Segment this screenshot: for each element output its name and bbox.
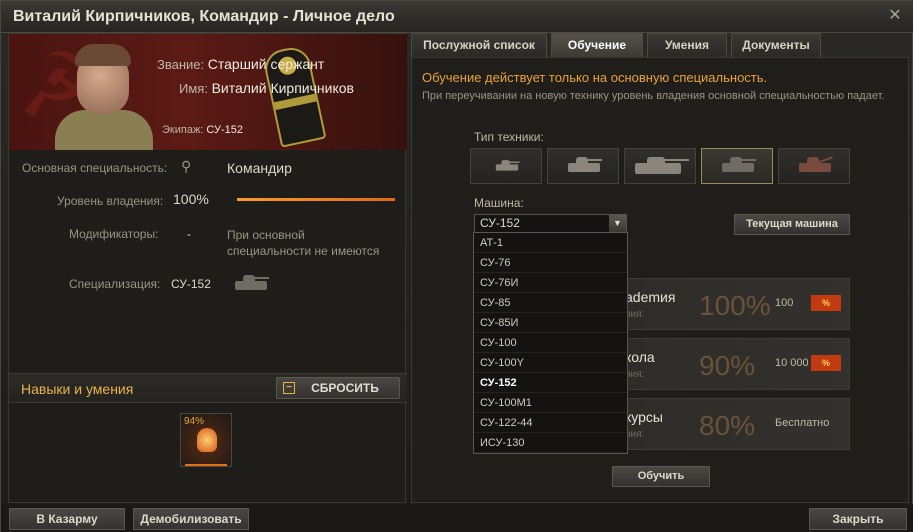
course-name: кола xyxy=(625,349,655,365)
course-percent: 90% xyxy=(699,350,756,381)
reset-skills-button[interactable]: − СБРОСИТЬ xyxy=(276,377,400,399)
rank-row: Звание: Старший сержант xyxy=(157,56,324,72)
type-heavy-tank-button[interactable] xyxy=(624,148,696,184)
light-bulb-icon xyxy=(197,428,217,452)
rank-value: Старший сержант xyxy=(207,56,325,72)
modifiers-dash: - xyxy=(187,227,191,241)
name-value: Виталий Кирпичников xyxy=(211,80,354,96)
training-notice: Обучение действует только на основную сп… xyxy=(422,70,768,85)
crew-value: СУ-152 xyxy=(206,124,244,136)
skill-slot[interactable]: 94% xyxy=(180,413,232,467)
name-label: Имя: xyxy=(179,81,208,96)
specialty-label: Основная специальность: xyxy=(22,161,168,175)
dropdown-item[interactable]: ИСУ-130 xyxy=(474,433,627,453)
type-tank-destroyer-button[interactable] xyxy=(701,148,773,184)
course-percent: 80% xyxy=(699,410,756,441)
dropdown-item[interactable]: СУ-76И xyxy=(474,273,627,293)
crew-hero: ☭ Звание: Старший сержант Имя: Виталий К… xyxy=(9,34,407,150)
mastery-progress xyxy=(237,198,395,201)
tab-training[interactable]: Обучение xyxy=(551,33,643,57)
type-medium-tank-button[interactable] xyxy=(547,148,619,184)
skill-progress-value: 94% xyxy=(184,416,205,427)
left-panel: ☭ Звание: Старший сержант Имя: Виталий К… xyxy=(8,33,407,503)
crew-row: Экипаж: СУ-152 xyxy=(162,124,243,136)
chevron-down-icon: ▼ xyxy=(609,215,626,232)
vehicle-type-label: Тип техники: xyxy=(474,130,544,144)
dropdown-item[interactable]: СУ-152 xyxy=(474,373,627,393)
skills-header: Навыки и умения − СБРОСИТЬ xyxy=(9,373,407,403)
minus-icon: − xyxy=(283,382,295,394)
window-title: Виталий Кирпичников, Командир - Личное д… xyxy=(13,8,395,25)
skills-title: Навыки и умения xyxy=(21,381,134,397)
crew-label: Экипаж: xyxy=(162,124,204,136)
mastery-value: 100% xyxy=(173,191,209,207)
course-name: ademия xyxy=(625,289,676,305)
credits-discount-icon: % xyxy=(811,355,841,371)
binoculars-icon: ⚲ xyxy=(181,158,192,174)
reset-label: СБРОСИТЬ xyxy=(311,381,379,395)
specialization-value: СУ-152 xyxy=(171,277,211,291)
close-icon[interactable]: ✕ xyxy=(886,7,904,25)
tank-silhouette-icon xyxy=(235,275,285,291)
gold-discount-icon: % xyxy=(811,295,841,311)
crew-portrait xyxy=(49,36,159,150)
dropdown-item[interactable]: СУ-85 xyxy=(474,293,627,313)
dropdown-item[interactable]: АТ-1 xyxy=(474,233,627,253)
personal-file-window: Виталий Кирпичников, Командир - Личное д… xyxy=(0,0,913,532)
specialty-value: Командир xyxy=(227,160,292,176)
vehicle-dropdown-list: АТ-1 СУ-76 СУ-76И СУ-85 СУ-85И СУ-100 СУ-100Y С… xyxy=(473,232,628,454)
vehicle-select-value: СУ-152 xyxy=(480,216,520,230)
dropdown-item[interactable]: СУ-100 xyxy=(474,333,627,353)
tab-service-record[interactable]: Послужной список xyxy=(411,33,547,57)
modifiers-label: Модификаторы: xyxy=(69,227,159,241)
course-percent: 100% xyxy=(699,290,771,321)
training-subnotice: При переучивании на новую технику уровен… xyxy=(422,90,885,102)
course-price: Бесплатно xyxy=(775,417,830,429)
type-spg-button[interactable] xyxy=(778,148,850,184)
demobilize-button[interactable]: Демобилизовать xyxy=(133,508,249,530)
mastery-label: Уровень владения: xyxy=(57,194,164,208)
dropdown-item[interactable]: СУ-122-44 xyxy=(474,413,627,433)
titlebar: Виталий Кирпичников, Командир - Личное д… xyxy=(1,1,913,33)
barracks-button[interactable]: В Казарму xyxy=(9,508,125,530)
course-price: 100 xyxy=(775,297,794,309)
specialization-label: Специализация: xyxy=(69,277,161,291)
name-row: Имя: Виталий Кирпичников xyxy=(179,80,354,96)
skill-progress-bar xyxy=(185,464,227,466)
footer: В Казарму Демобилизовать Закрыть xyxy=(1,504,913,532)
dropdown-item[interactable]: СУ-85И xyxy=(474,313,627,333)
course-name: курсы xyxy=(625,409,663,425)
vehicle-label: Машина: xyxy=(474,196,524,210)
dropdown-item[interactable]: СУ-76 xyxy=(474,253,627,273)
vehicle-select[interactable]: СУ-152 ▼ xyxy=(474,214,627,233)
train-button[interactable]: Обучить xyxy=(612,466,710,487)
mastery-progress-fill xyxy=(237,198,395,201)
tab-documents[interactable]: Документы xyxy=(731,33,821,57)
dropdown-item[interactable]: СУ-100Y xyxy=(474,353,627,373)
dropdown-item[interactable]: СУ-100М1 xyxy=(474,393,627,413)
modifiers-note: При основной специальности не имеются xyxy=(227,228,380,258)
tab-skills[interactable]: Умения xyxy=(647,33,727,57)
course-price: 10 000 xyxy=(775,357,809,369)
type-light-tank-button[interactable] xyxy=(470,148,542,184)
rank-label: Звание: xyxy=(157,57,205,72)
current-vehicle-button[interactable]: Текущая машина xyxy=(734,214,850,235)
close-button[interactable]: Закрыть xyxy=(809,508,907,530)
